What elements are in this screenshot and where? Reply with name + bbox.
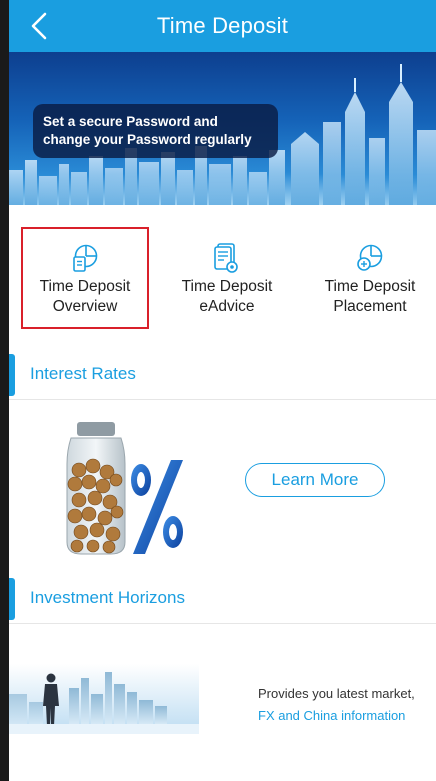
description-line: Provides you latest market,	[258, 686, 415, 701]
back-button[interactable]	[23, 8, 55, 44]
coin-jar-percent-illustration[interactable]	[53, 420, 193, 560]
time-deposit-eadvice-button[interactable]: Time Deposit eAdvice	[162, 227, 292, 329]
pie-chart-add-icon	[357, 244, 383, 271]
interest-rates-header: Interest Rates	[9, 352, 436, 400]
banner-message-line: change your Password regularly	[43, 132, 252, 147]
feature-label-line: eAdvice	[199, 298, 255, 315]
banner-message-box: Set a secure Password and change your Pa…	[33, 104, 278, 158]
fx-china-info-link[interactable]: FX and China information	[258, 705, 436, 727]
investment-horizons-description: Provides you latest market, FX and China…	[258, 683, 436, 727]
document-advice-icon	[214, 243, 238, 273]
left-edge-strip	[0, 0, 9, 781]
investment-horizons-section: Investment Horizons	[9, 576, 436, 781]
feature-label-line: Time Deposit	[181, 278, 273, 295]
page-title: Time Deposit	[156, 13, 289, 38]
feature-label: Time Deposit Overview	[40, 277, 131, 317]
feature-label-line: Time Deposit	[324, 278, 416, 295]
feature-label: Time Deposit Placement	[325, 277, 416, 317]
feature-label-line: Placement	[333, 298, 407, 315]
section-title: Interest Rates	[30, 364, 136, 383]
pie-chart-document-icon	[73, 244, 98, 272]
feature-label-line: Time Deposit	[39, 278, 131, 295]
time-deposit-overview-button[interactable]: Time Deposit Overview	[21, 227, 149, 329]
section-accent-bar	[9, 354, 15, 396]
app-header: Time Deposit	[9, 0, 436, 52]
section-title: Investment Horizons	[30, 588, 185, 607]
time-deposit-placement-button[interactable]: Time Deposit Placement	[305, 227, 435, 329]
section-accent-bar	[9, 578, 15, 620]
feature-label-line: Overview	[52, 298, 118, 315]
businessman-city-illustration[interactable]	[9, 664, 199, 734]
feature-menu: Time Deposit Overview Time Deposit eAdvi…	[9, 205, 436, 352]
feature-label: Time Deposit eAdvice	[182, 277, 273, 317]
investment-horizons-header: Investment Horizons	[9, 576, 436, 624]
chevron-left-icon	[31, 12, 47, 40]
security-banner[interactable]: Set a secure Password and change your Pa…	[9, 52, 436, 205]
learn-more-button[interactable]: Learn More	[245, 463, 385, 497]
banner-message-line: Set a secure Password and	[43, 114, 218, 129]
